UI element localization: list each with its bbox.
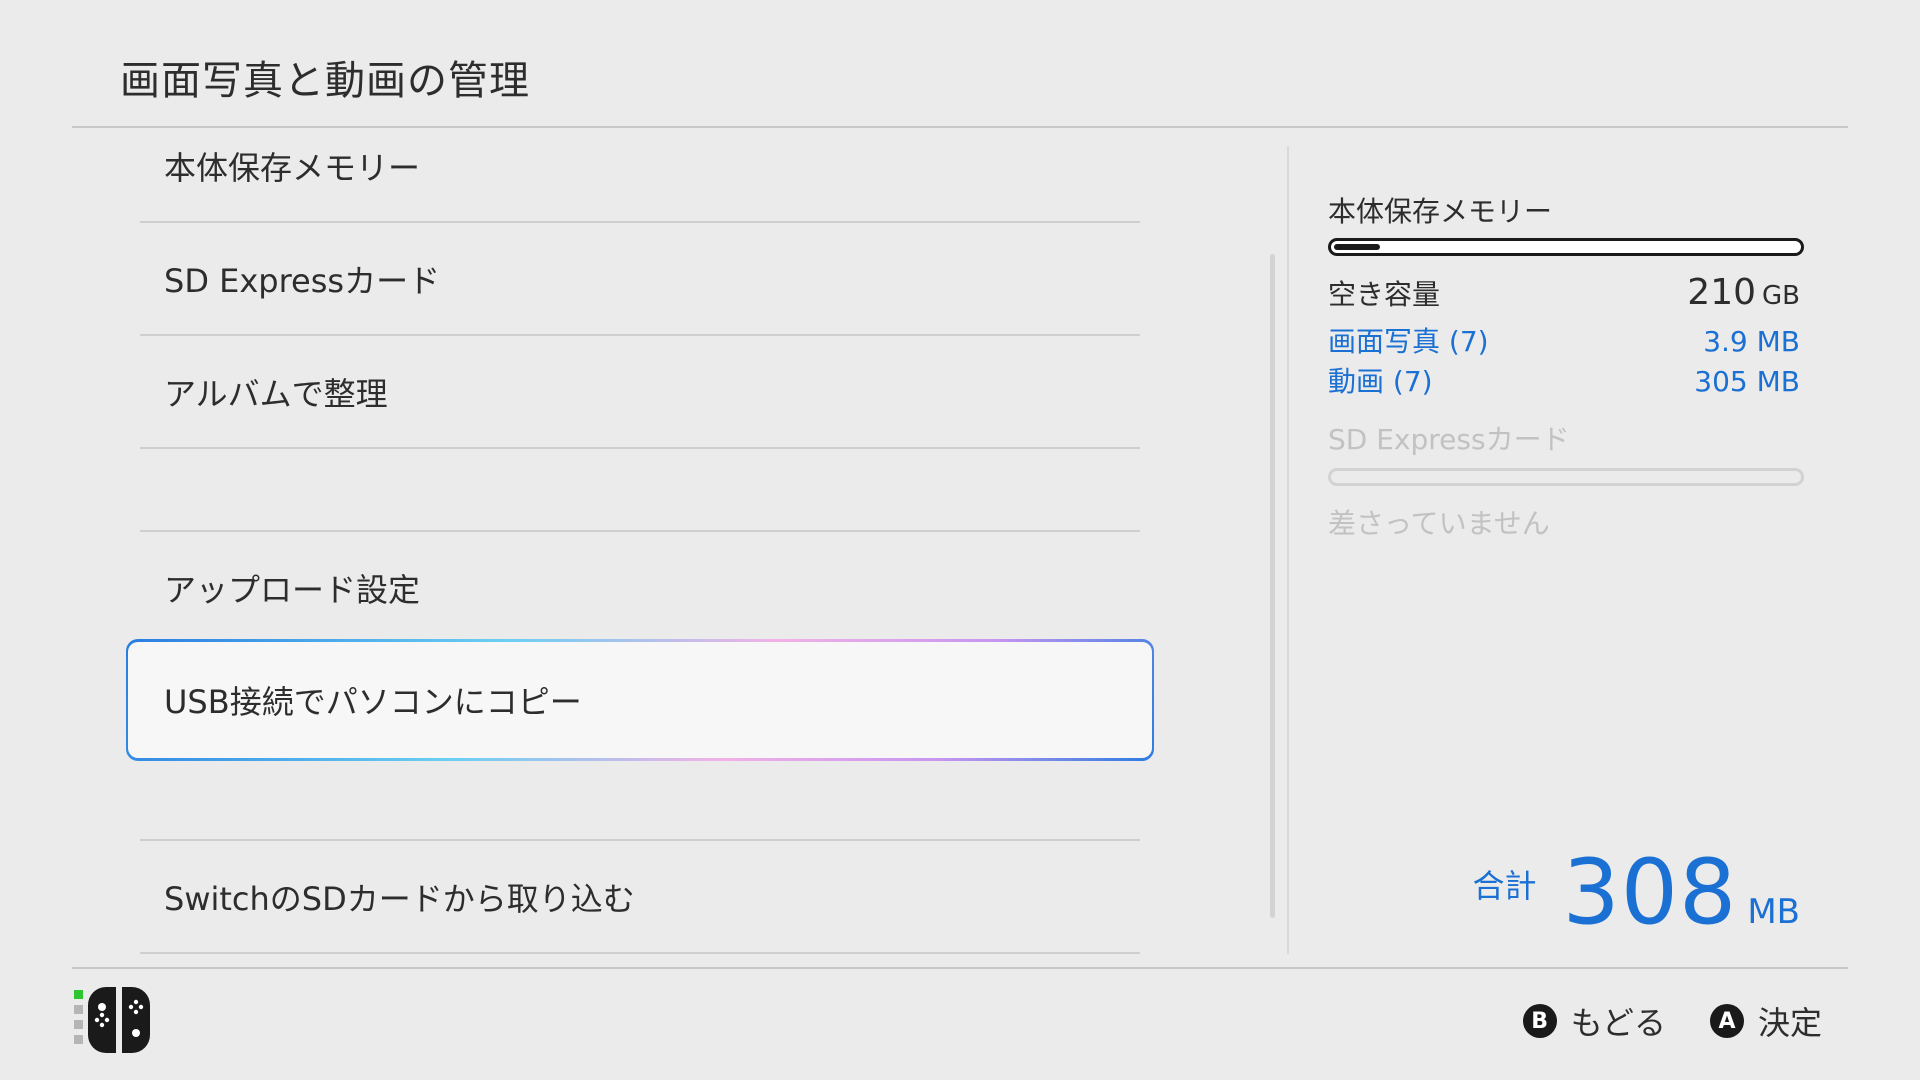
menu-divider	[140, 447, 1140, 449]
menu-item-label: アップロード設定	[164, 571, 421, 609]
total-usage: 合計 308 MB	[1473, 840, 1800, 945]
scrollbar[interactable]	[1270, 254, 1275, 918]
confirm-label: 決定	[1757, 1004, 1822, 1042]
menu-item-upload-settings[interactable]: アップロード設定	[140, 532, 1140, 644]
sd-card-status: 差さっていません	[1328, 507, 1550, 540]
screenshots-row: 画面写真 (7) 3.9 MB	[1328, 320, 1800, 360]
menu-item-internal-memory[interactable]: 本体保存メモリー	[140, 110, 1140, 222]
menu-item-label: SD Expressカード	[164, 262, 441, 300]
joycon-pair-icon	[74, 987, 150, 1053]
menu-item-usb-copy[interactable]: USB接続でパソコンにコピー	[128, 642, 1152, 758]
back-label: もどる	[1570, 1004, 1666, 1042]
menu-divider	[140, 952, 1140, 954]
button-hints: B もどる A 決定	[1479, 998, 1822, 1044]
videos-label: 動画 (7)	[1328, 365, 1433, 398]
pane-divider	[1287, 146, 1289, 954]
menu-item-label: USB接続でパソコンにコピー	[164, 683, 582, 721]
total-label: 合計	[1472, 867, 1537, 905]
free-space-row: 空き容量 210 GB	[1328, 272, 1800, 313]
free-space-value: 210 GB	[1687, 272, 1800, 313]
menu-item-sd-express-card[interactable]: SD Expressカード	[140, 223, 1140, 335]
footer-divider	[72, 967, 1848, 969]
menu-item-label: SwitchのSDカードから取り込む	[164, 880, 635, 918]
b-button-icon: B	[1522, 1004, 1557, 1038]
menu-item-album-organize[interactable]: アルバムで整理	[140, 336, 1140, 448]
menu-list: 本体保存メモリー SD Expressカード アルバムで整理 アップロード設定 …	[0, 0, 1200, 960]
screenshots-size: 3.9 MB	[1703, 325, 1800, 358]
free-space-label: 空き容量	[1328, 278, 1441, 311]
videos-size: 305 MB	[1694, 365, 1800, 398]
menu-item-label: アルバムで整理	[164, 375, 388, 413]
videos-row: 動画 (7) 305 MB	[1328, 360, 1800, 400]
total-unit: MB	[1747, 892, 1800, 932]
menu-item-label: 本体保存メモリー	[164, 149, 421, 187]
free-space-unit: GB	[1762, 281, 1800, 311]
internal-memory-title: 本体保存メモリー	[1328, 195, 1553, 228]
back-hint[interactable]: B もどる	[1522, 998, 1666, 1044]
a-button-icon: A	[1709, 1004, 1744, 1038]
free-space-number: 210	[1687, 272, 1757, 313]
internal-usage-bar	[1328, 238, 1804, 256]
total-value: 308	[1562, 840, 1738, 945]
screenshots-label: 画面写真 (7)	[1328, 325, 1489, 358]
internal-usage-fill	[1334, 244, 1380, 250]
sd-usage-bar	[1328, 468, 1804, 486]
confirm-hint[interactable]: A 決定	[1709, 998, 1822, 1044]
sd-card-title: SD Expressカード	[1328, 423, 1570, 456]
menu-item-import-switch-sd[interactable]: SwitchのSDカードから取り込む	[140, 841, 1140, 953]
